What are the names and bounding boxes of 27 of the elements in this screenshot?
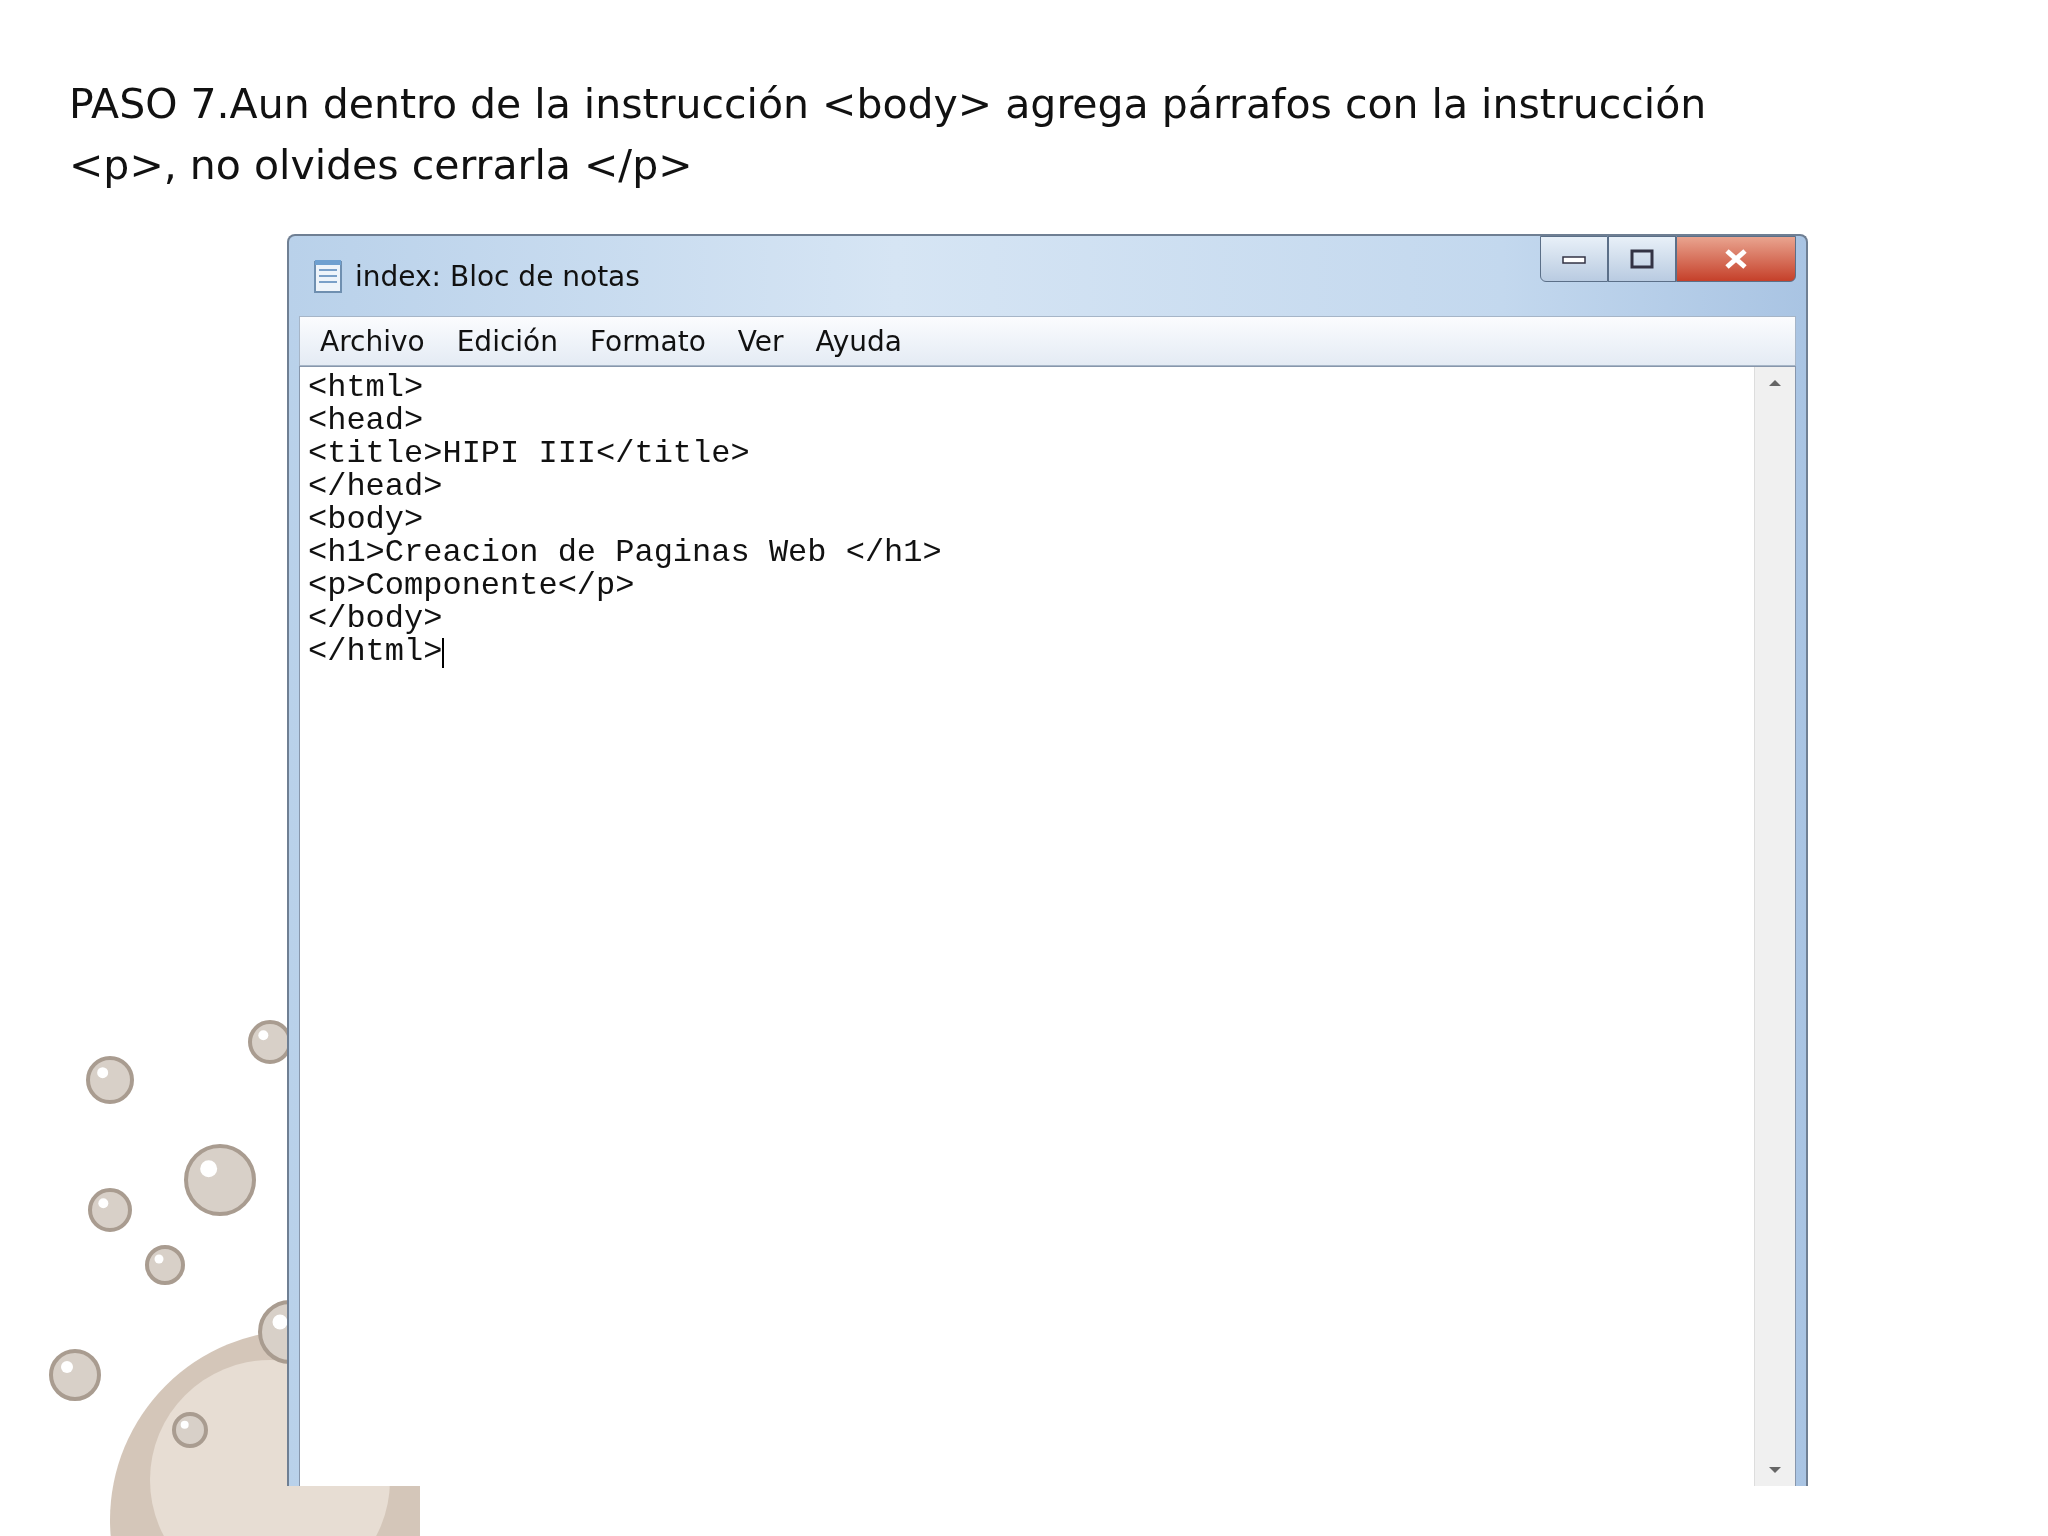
close-icon: [1723, 248, 1749, 270]
scroll-down-icon[interactable]: [1768, 1466, 1782, 1474]
code-line: <body>: [308, 503, 424, 536]
code-line: </head>: [308, 470, 443, 503]
menu-item[interactable]: Ayuda: [803, 324, 914, 358]
maximize-icon: [1630, 249, 1654, 269]
code-line: <p>Componente</p>: [308, 569, 635, 602]
window-title: index: Bloc de notas: [355, 259, 640, 293]
notepad-icon: [313, 258, 345, 294]
maximize-button[interactable]: [1608, 236, 1676, 282]
menu-item[interactable]: Ver: [725, 324, 796, 358]
menu-item[interactable]: Edición: [444, 324, 570, 358]
code-line: <head>: [308, 404, 424, 437]
menu-item[interactable]: Formato: [577, 324, 718, 358]
code-line: <h1>Creacion de Paginas Web </h1>: [308, 536, 942, 569]
code-line: </body>: [308, 602, 443, 635]
menu-item[interactable]: Archivo: [308, 324, 437, 358]
minimize-button[interactable]: [1540, 236, 1608, 282]
code-line: </html>: [308, 635, 443, 668]
close-button[interactable]: [1676, 236, 1796, 282]
instruction-text: PASO 7.Aun dentro de la instrucción <body> agrega párrafos con la instrucción <p>, no olvides cerrarla </p>: [68, 79, 1708, 191]
text-cursor: [442, 638, 445, 668]
code-line: <title>HIPI III</title>: [308, 437, 750, 470]
minimize-icon: [1562, 254, 1586, 264]
code-line: <html>: [308, 371, 424, 404]
scroll-up-icon[interactable]: [1768, 379, 1782, 387]
scrollbar[interactable]: [1754, 367, 1795, 1486]
